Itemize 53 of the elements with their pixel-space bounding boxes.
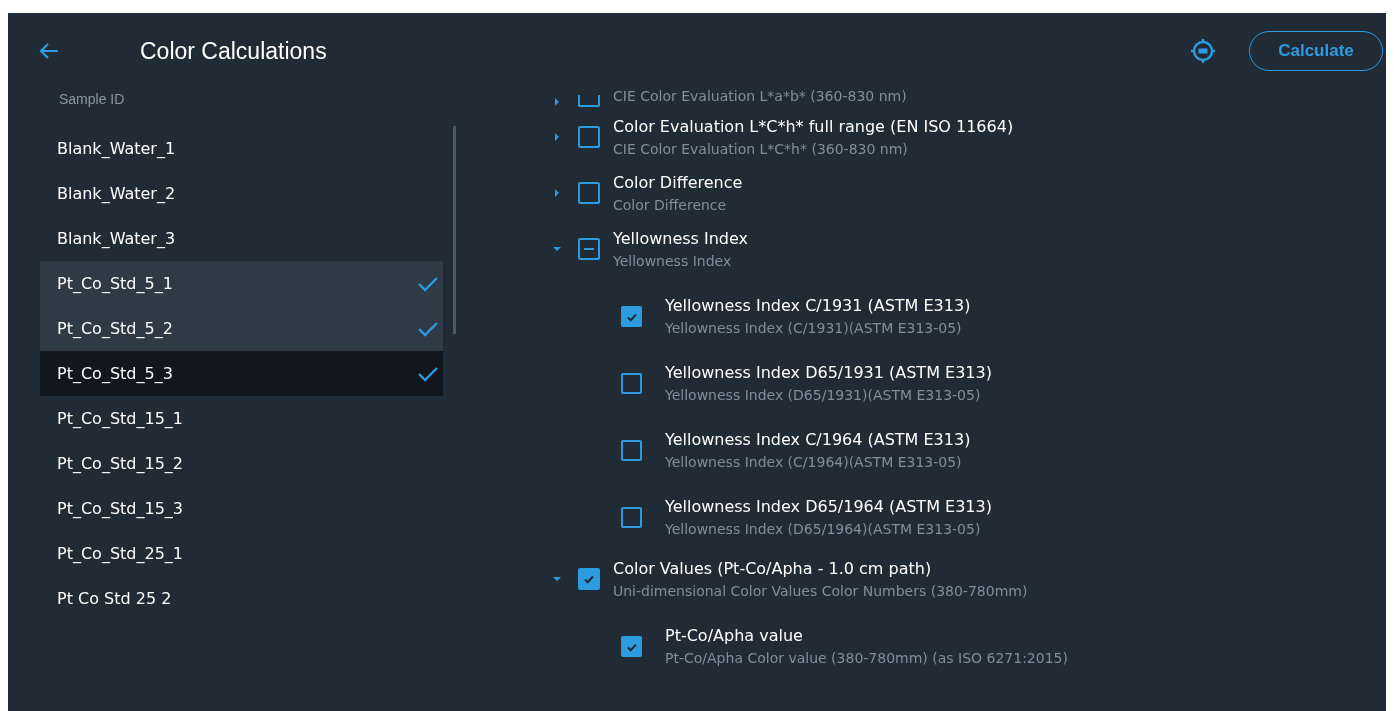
sample-row[interactable]: Pt_Co_Std_25_1 <box>40 531 443 576</box>
sample-row[interactable]: Pt Co Std 25 2 <box>40 576 443 621</box>
sample-row[interactable]: Pt_Co_Std_5_3 <box>40 351 443 396</box>
sample-row[interactable]: Blank_Water_2 <box>40 171 443 216</box>
checkbox[interactable] <box>578 182 600 204</box>
sample-row[interactable]: Pt_Co_Std_5_2 <box>40 306 443 351</box>
sample-row[interactable]: Blank_Water_3 <box>40 216 443 261</box>
calculation-description: Yellowness Index (C/1931)(ASTM E313-05) <box>665 319 963 338</box>
column-heading: Sample ID <box>59 90 126 109</box>
checkbox[interactable] <box>621 636 642 657</box>
sample-row[interactable]: Blank_Water_1 <box>40 126 443 171</box>
calculation-title: Yellowness Index <box>613 227 749 250</box>
sample-row[interactable]: Pt_Co_Std_15_1 <box>40 396 443 441</box>
calculation-title: Yellowness Index C/1964 (ASTM E313) <box>665 429 971 451</box>
checkbox[interactable] <box>621 507 642 528</box>
calculation-title: Yellowness Index D65/1964 (ASTM E313) <box>665 496 992 518</box>
sample-row[interactable]: Pt_Co_Std_15_3 <box>40 486 443 531</box>
calculation-description: Color Difference <box>613 195 728 215</box>
page-title: Color Calculations <box>140 36 327 66</box>
caret-down-icon[interactable] <box>552 244 562 254</box>
calculation-description: Pt-Co/Apha Color value (380-780mm) (as ISO 6271:2015) <box>665 649 1068 668</box>
caret-right-icon[interactable] <box>552 188 562 198</box>
sample-row[interactable]: Pt_Co_Std_5_1 <box>40 261 443 306</box>
calculation-description: Uni-dimensional Color Values Color Numbers (380-780mm) <box>613 581 1028 601</box>
target-icon[interactable] <box>1189 37 1217 65</box>
calculation-title: Color Evaluation L*C*h* full range (EN ISO 11664) <box>613 115 1014 138</box>
calculation-title: Yellowness Index C/1931 (ASTM E313) <box>665 295 971 317</box>
calculation-description: Yellowness Index <box>613 251 733 271</box>
checkbox[interactable] <box>621 373 642 394</box>
calculation-description: CIE Color Evaluation L*a*b* (360-830 nm) <box>613 89 907 106</box>
sample-row[interactable]: Pt_Co_Std_15_2 <box>40 441 443 486</box>
checkbox[interactable] <box>578 238 600 260</box>
calculation-title: Color Difference <box>613 171 743 194</box>
checkmark-icon <box>417 319 439 338</box>
calculation-description: Yellowness Index (D65/1931)(ASTM E313-05) <box>665 386 982 405</box>
minus-icon <box>584 248 594 250</box>
checkmark-icon <box>417 274 439 293</box>
calculation-description: Yellowness Index (C/1964)(ASTM E313-05) <box>665 453 963 472</box>
calculation-title: Yellowness Index D65/1931 (ASTM E313) <box>665 362 992 384</box>
checkbox[interactable] <box>578 126 600 148</box>
calculation-description: Yellowness Index (D65/1964)(ASTM E313-05) <box>665 520 982 539</box>
caret-down-icon[interactable] <box>552 574 562 584</box>
back-arrow-icon[interactable] <box>38 42 60 60</box>
calculation-title: Pt-Co/Apha value <box>665 625 804 647</box>
caret-right-icon[interactable] <box>552 132 562 142</box>
checkbox[interactable] <box>578 568 600 590</box>
checkmark-icon <box>417 364 439 383</box>
scrollbar[interactable] <box>453 126 456 334</box>
calculation-title: Color Values (Pt-Co/Apha - 1.0 cm path) <box>613 557 933 580</box>
checkbox[interactable] <box>621 440 642 461</box>
checkbox[interactable] <box>621 306 642 327</box>
calculation-description: CIE Color Evaluation L*C*h* (360-830 nm) <box>613 139 909 159</box>
caret-right-icon[interactable] <box>552 97 562 107</box>
